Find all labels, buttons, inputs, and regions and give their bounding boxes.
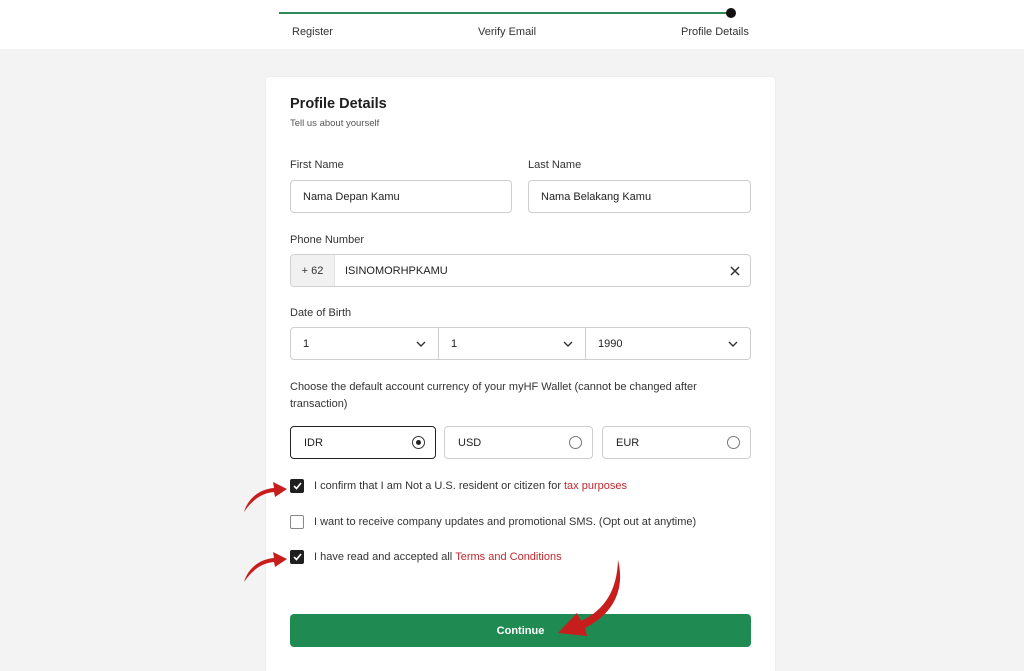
dob-month-value: 1 [451,337,458,350]
chevron-down-icon [416,341,426,347]
annotation-arrow-icon [558,560,621,636]
terms-checkbox-row[interactable]: I have read and accepted all Terms and C… [290,549,562,565]
dob-label: Date of Birth [290,307,352,319]
dob-day-value: 1 [303,337,310,350]
page-subtitle: Tell us about yourself [290,118,380,129]
currency-option-idr[interactable]: IDR [290,426,436,459]
dob-year-select[interactable]: 1990 [585,328,750,359]
us-resident-text: I confirm that I am Not a U.S. resident … [314,480,561,492]
currency-option-usd[interactable]: USD [444,426,593,459]
phone-country-code[interactable]: + 62 [291,255,335,286]
page-title: Profile Details [290,96,387,112]
dob-selects: 1 1 1990 [290,327,751,360]
check-icon [292,482,302,490]
step-verify-email: Verify Email [478,26,537,38]
us-resident-checkbox-row[interactable]: I confirm that I am Not a U.S. resident … [290,478,627,494]
dob-month-select[interactable]: 1 [438,328,585,359]
currency-option-label: EUR [616,436,640,449]
currency-option-eur[interactable]: EUR [602,426,751,459]
radio-icon[interactable] [569,436,582,449]
currency-option-label: IDR [304,436,323,449]
phone-number-input[interactable]: ISINOMORHPKAMU [335,265,720,277]
phone-field[interactable]: + 62 ISINOMORHPKAMU [290,254,751,287]
progress-current-dot [726,8,736,18]
radio-checked-icon[interactable] [412,436,425,449]
chevron-down-icon [728,341,738,347]
checkbox-unchecked[interactable] [290,515,304,529]
dob-day-select[interactable]: 1 [291,328,438,359]
sms-checkbox-row[interactable]: I want to receive company updates and pr… [290,514,696,530]
radio-icon[interactable] [727,436,740,449]
sms-text: I want to receive company updates and pr… [314,516,697,528]
check-icon [292,553,302,561]
step-register: Register [292,26,333,38]
tax-purposes-link[interactable]: tax purposes [564,480,627,492]
checkbox-checked[interactable] [290,479,304,493]
first-name-field[interactable]: Nama Depan Kamu [290,180,512,213]
phone-label: Phone Number [290,234,364,246]
checkbox-checked[interactable] [290,550,304,564]
step-profile-details: Profile Details [681,26,749,38]
chevron-down-icon [563,341,573,347]
annotation-arrow-icon [244,552,287,582]
last-name-field[interactable]: Nama Belakang Kamu [528,180,751,213]
currency-label: Choose the default account currency of y… [290,381,697,410]
first-name-label: First Name [290,159,344,171]
annotation-arrow-icon [244,482,287,512]
dob-year-value: 1990 [598,337,623,350]
progress-stepper: Register Verify Email Profile Details [0,0,1024,49]
last-name-label: Last Name [528,159,582,171]
terms-text: I have read and accepted all [314,551,453,563]
close-icon[interactable] [720,255,750,286]
currency-option-label: USD [458,436,482,449]
continue-button[interactable]: Continue [290,614,751,647]
progress-line [279,12,731,14]
terms-link[interactable]: Terms and Conditions [455,551,561,563]
